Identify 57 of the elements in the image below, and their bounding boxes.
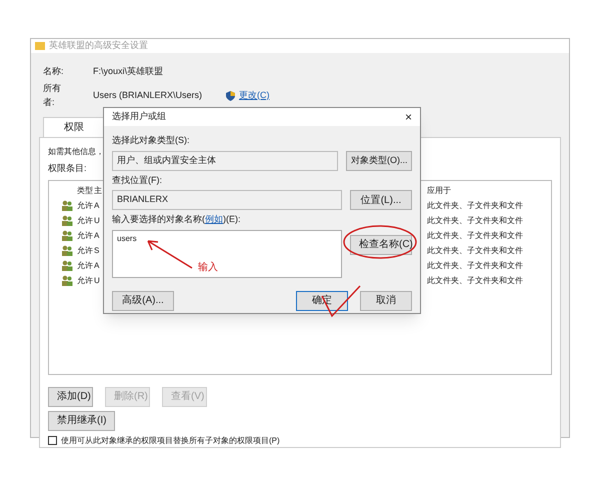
table-cell: S (94, 244, 100, 256)
annotation-text: 输入 (198, 260, 218, 274)
table-cell: U (94, 274, 100, 286)
change-owner-link[interactable]: 更改(C) (239, 88, 270, 102)
object-type-field: 用户、组或内置安全主体 (112, 150, 338, 170)
users-icon (61, 245, 73, 256)
disable-inheritance-button[interactable]: 禁用继承(I) (48, 410, 116, 430)
table-cell: 允许 (77, 214, 94, 226)
dialog-title: 选择用户或组 (112, 110, 166, 124)
action-button[interactable]: 添加(D) (48, 386, 93, 406)
table-cell: A (94, 230, 100, 242)
examples-link[interactable]: 例如 (205, 213, 223, 226)
table-cell-text: 此文件夹、子文件夹和文件 (427, 230, 524, 242)
table-cell: A (94, 260, 100, 272)
check-names-button[interactable]: 检查名称(C) (350, 234, 412, 254)
advanced-button[interactable]: 高级(A)... (112, 290, 174, 310)
shield-icon (226, 90, 236, 100)
owner-label: 所有者: (43, 82, 62, 108)
names-label: 输入要选择的对象名称( (112, 213, 205, 226)
users-icon (61, 230, 73, 241)
object-type-label: 选择此对象类型(S): (112, 134, 190, 147)
table-cell: 允许 (77, 200, 94, 212)
table-cell: 允许 (77, 230, 94, 242)
checkbox-label: 使用可从此对象继承的权限项目替换所有子对象的权限项目(P) (61, 434, 280, 446)
users-icon (61, 200, 73, 211)
table-cell: U (94, 214, 100, 226)
object-types-button[interactable]: 对象类型(O)... (346, 150, 412, 170)
table-cell-text: 此文件夹、子文件夹和文件 (427, 214, 524, 226)
table-cell: 允许 (77, 274, 94, 286)
table-cell-text: 此文件夹、子文件夹和文件 (427, 260, 524, 272)
owner-value: Users (BRIANLERX\Users) (93, 88, 202, 102)
table-cell-text: 此文件夹、子文件夹和文件 (427, 274, 524, 286)
checkbox[interactable] (48, 436, 57, 445)
table-cell: A (94, 200, 100, 212)
window-title: 英雄联盟的高级安全设置 (49, 39, 148, 52)
column-header: 应用于 (427, 184, 452, 196)
users-icon (61, 260, 73, 271)
close-button[interactable]: × (404, 108, 412, 126)
names-label: )(E): (223, 213, 240, 226)
name-label: 名称: (43, 64, 65, 78)
users-icon (61, 215, 73, 226)
table-cell-text: 此文件夹、子文件夹和文件 (427, 200, 524, 212)
users-icon (61, 275, 73, 286)
table-cell: 允许 (77, 260, 94, 272)
name-value: F:\youxi\英雄联盟 (93, 64, 164, 78)
column-header: 主 (94, 184, 102, 196)
location-field: BRIANLERX (112, 190, 342, 210)
location-label: 查找位置(F): (112, 174, 163, 187)
cancel-button[interactable]: 取消 (360, 290, 412, 310)
folder-icon (35, 40, 45, 51)
table-cell: 允许 (77, 244, 94, 256)
column-header: 类型 (77, 184, 94, 196)
tab[interactable]: 权限 (43, 117, 105, 137)
locations-button[interactable]: 位置(L)... (350, 190, 412, 210)
entries-label: 权限条目: (48, 162, 87, 175)
info-text: 如需其他信息， (48, 146, 104, 158)
table-cell-text: 此文件夹、子文件夹和文件 (427, 244, 524, 256)
